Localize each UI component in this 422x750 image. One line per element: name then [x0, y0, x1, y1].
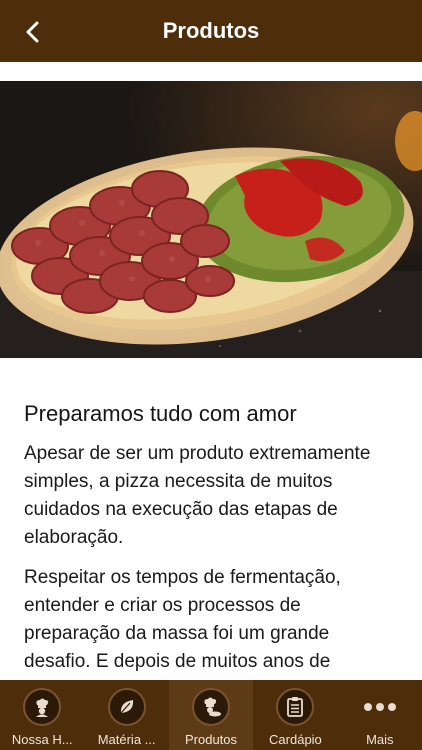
- tab-label: Cardápio: [269, 732, 322, 747]
- article-paragraph: Respeitar os tempos de fermentação, ente…: [24, 567, 341, 672]
- page-title: Produtos: [162, 18, 260, 43]
- tab-nossa-historia[interactable]: Nossa H...: [0, 680, 84, 750]
- more-icon: [361, 688, 399, 726]
- app-screen: Produtos Preparamos tudo com amor Apesar…: [0, 0, 422, 750]
- tab-cardapio[interactable]: Cardápio: [253, 680, 337, 750]
- clipboard-icon: [276, 688, 315, 726]
- tab-produtos[interactable]: Produtos: [168, 680, 254, 750]
- tab-materia-prima[interactable]: Matéria ...: [84, 680, 168, 750]
- back-button[interactable]: [16, 15, 50, 49]
- article: Preparamos tudo com amor Apesar de ser u…: [24, 400, 400, 680]
- tab-mais[interactable]: Mais: [338, 680, 422, 750]
- chef-icon: [23, 688, 62, 726]
- header-bar: Produtos: [0, 0, 422, 62]
- tab-label: Mais: [366, 732, 394, 747]
- tab-label: Produtos: [184, 732, 238, 747]
- tab-bar: Nossa H... Matéria ... Produtos Cardápio…: [0, 680, 422, 750]
- content-scroll-area[interactable]: Preparamos tudo com amor Apesar de ser u…: [0, 62, 422, 680]
- article-heading: Preparamos tudo com amor: [24, 401, 297, 426]
- article-paragraph: Apesar de ser um produto extremamente si…: [24, 443, 371, 548]
- chevron-left-icon: [26, 21, 39, 43]
- leaf-icon: [107, 688, 146, 726]
- tab-label: Matéria ...: [97, 732, 156, 747]
- chef-pizza-icon: [192, 688, 231, 726]
- hero-image: [0, 81, 422, 358]
- tab-label: Nossa H...: [11, 732, 73, 747]
